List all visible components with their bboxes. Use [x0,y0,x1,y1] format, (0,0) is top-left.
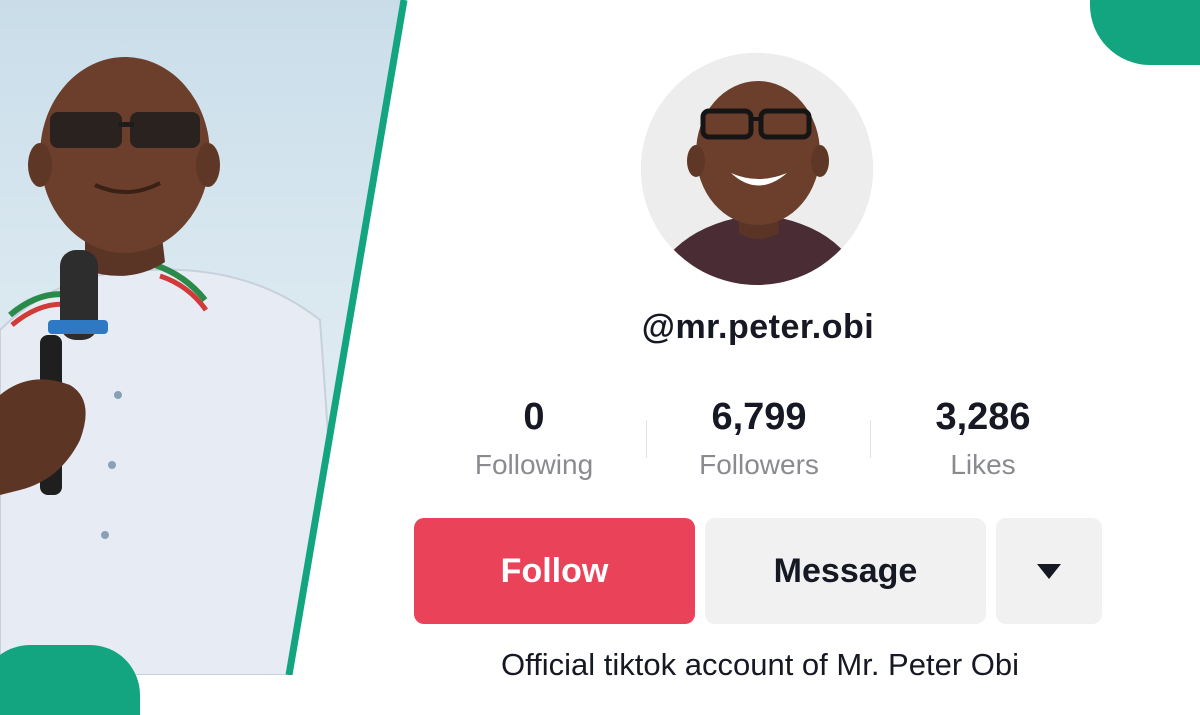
stat-likes-value: 3,286 [935,396,1031,438]
more-options-button[interactable] [996,518,1102,624]
stat-separator [646,420,647,458]
corner-decoration-top-right [1090,0,1200,65]
message-button[interactable]: Message [705,518,986,624]
avatar-portrait [641,53,873,285]
hero-photo [0,0,405,675]
caret-down-icon [1037,564,1061,579]
stat-following[interactable]: 0 Following [434,395,634,485]
profile-username: @mr.peter.obi [641,308,875,346]
stat-followers[interactable]: 6,799 Followers [659,395,859,485]
stat-separator [870,420,871,458]
profile-avatar[interactable] [641,53,873,285]
stat-followers-value: 6,799 [711,396,807,438]
stat-likes[interactable]: 3,286 Likes [883,395,1083,485]
stat-following-value: 0 [523,396,545,438]
stat-following-label: Following [474,449,594,480]
stat-likes-label: Likes [950,449,1016,480]
speaker-illustration [0,57,347,675]
follow-button[interactable]: Follow [414,518,695,624]
stat-followers-label: Followers [699,449,819,480]
profile-bio: Official tiktok account of Mr. Peter Obi [500,647,1020,682]
corner-decoration-bottom-left [0,645,140,715]
